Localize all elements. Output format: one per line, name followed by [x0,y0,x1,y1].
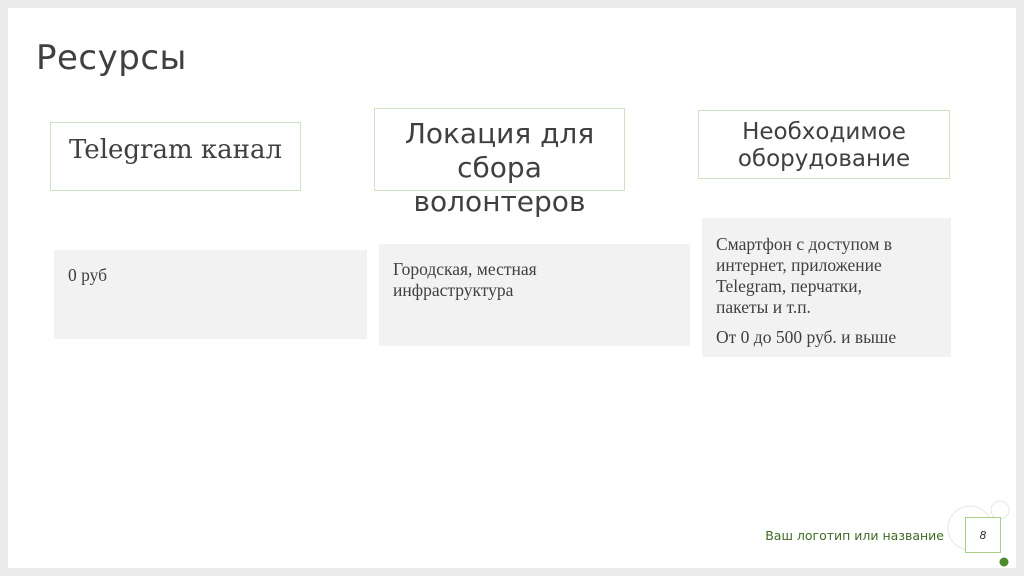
column-body-equipment: Смартфон с доступом в интернет, приложен… [702,218,951,357]
body-paragraph: От 0 до 500 руб. и выше [716,327,897,347]
column-header-equipment: Необходимое оборудование [698,110,950,179]
slide-title: Ресурсы [36,38,187,78]
column-body-telegram: 0 руб [54,250,367,339]
page-number-box: 8 [965,517,1001,553]
column-body-location: Городская, местная инфраструктура [379,244,690,346]
body-paragraph: 0 руб [68,265,108,285]
column-header-telegram: Telegram канал [50,122,301,191]
column-header-text: Необходимое оборудование [737,119,911,172]
body-paragraph: Городская, местная инфраструктура [393,259,537,300]
column-header-location: Локация для сбора волонтеров [374,108,625,218]
slide: Ресурсы Telegram канал Локация для сбора… [8,8,1016,568]
body-paragraph: Смартфон с доступом в интернет, приложен… [716,234,893,317]
page-number: 8 [979,528,987,542]
column-header-text: Локация для сбора волонтеров [404,117,595,218]
footer-logo-text: Ваш логотип или название [765,528,944,543]
column-header-text: Telegram канал [68,135,282,165]
